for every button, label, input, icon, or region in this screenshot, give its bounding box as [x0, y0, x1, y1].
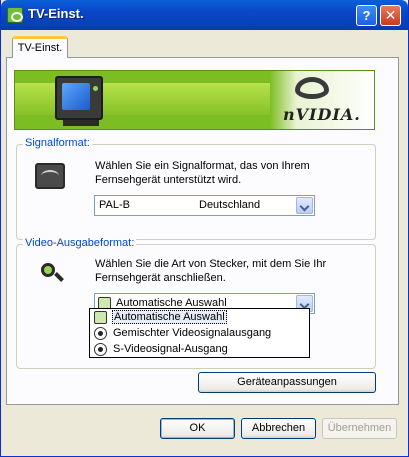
check-icon: [94, 311, 107, 324]
signal-country-value: Deutschland: [199, 199, 261, 211]
television-icon: [55, 76, 103, 120]
option-label: S-Videosignal-Ausgang: [113, 343, 228, 355]
ok-button[interactable]: OK: [160, 418, 235, 439]
signal-format-value: PAL-B: [99, 199, 130, 211]
cancel-button[interactable]: Abbrechen: [241, 418, 316, 439]
banner: nVIDIA.: [14, 70, 375, 130]
video-output-label: Video-Ausgabeformat:: [23, 237, 137, 249]
television-stand: [63, 120, 99, 126]
dropdown-option-composite[interactable]: Gemischter Videosignalausgang: [91, 326, 308, 342]
dropdown-option-svideo[interactable]: S-Videosignal-Ausgang: [91, 342, 308, 358]
composite-icon: [94, 327, 107, 340]
title-bar[interactable]: TV-Einst. ? ✕: [1, 0, 408, 30]
dropdown-option-auto[interactable]: Automatische Auswahl: [91, 310, 308, 326]
nvidia-app-icon: [7, 7, 23, 23]
window-title: TV-Einst.: [28, 6, 84, 21]
video-output-dropdown: Automatische Auswahl Gemischter Videosig…: [89, 308, 310, 358]
signal-format-group: Signalformat: Wählen Sie ein Signalforma…: [16, 137, 376, 240]
magnifier-lens: [41, 263, 55, 277]
tab-tv-settings[interactable]: TV-Einst.: [12, 36, 68, 58]
option-label: Gemischter Videosignalausgang: [113, 327, 272, 339]
close-button[interactable]: ✕: [380, 5, 401, 26]
option-label: Automatische Auswahl: [112, 310, 227, 324]
dialog-window: TV-Einst. ? ✕ TV-Einst. nVIDIA. Signalfo…: [0, 0, 409, 457]
nvidia-eye-icon: [295, 77, 329, 99]
signal-format-label: Signalformat:: [23, 137, 92, 149]
nvidia-logo: nVIDIA.: [283, 105, 361, 124]
signal-format-select[interactable]: PAL-B Deutschland: [94, 195, 315, 216]
signal-monitor-icon: [35, 163, 65, 189]
signal-format-description: Wählen Sie ein Signalformat, das von Ihr…: [95, 160, 310, 186]
magnifier-handle: [54, 272, 64, 282]
video-output-description: Wählen Sie die Art von Stecker, mit dem …: [95, 258, 327, 284]
svideo-icon: [94, 343, 107, 356]
device-adjustments-button[interactable]: Geräteanpassungen: [198, 372, 376, 393]
apply-button[interactable]: Übernehmen: [322, 418, 397, 439]
magnifier-icon: [39, 261, 65, 287]
chevron-down-icon[interactable]: [296, 197, 313, 214]
help-button[interactable]: ?: [356, 5, 377, 26]
